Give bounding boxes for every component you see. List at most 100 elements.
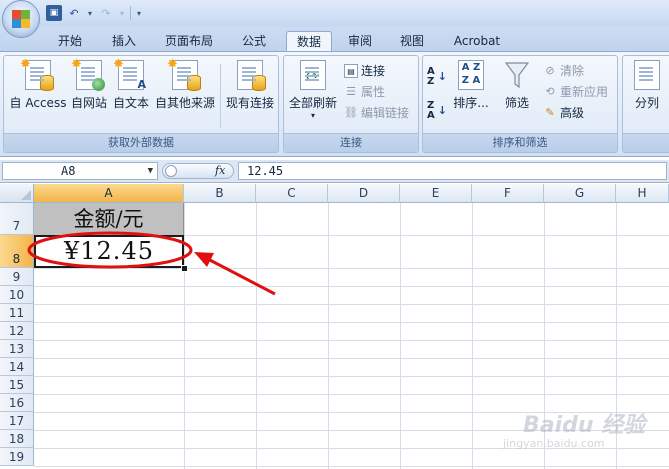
from-web-button[interactable]: ✸ 自网站 <box>68 57 110 111</box>
tab-review[interactable]: 审阅 <box>340 31 380 51</box>
fill-handle[interactable] <box>181 265 188 272</box>
row-header-8[interactable]: 8 <box>0 235 34 268</box>
text-to-columns-button[interactable]: 分列 <box>627 60 667 111</box>
refresh-icon: ⟳ <box>300 60 326 90</box>
text-to-columns-label: 分列 <box>634 96 659 110</box>
text-file-icon: ✸ A <box>113 57 146 91</box>
properties-button[interactable]: ☰ 属性 <box>344 83 385 101</box>
expand-icon[interactable] <box>165 165 177 177</box>
gridline <box>34 394 669 395</box>
filter-button[interactable]: 筛选 <box>499 60 535 111</box>
name-box-value: A8 <box>61 164 76 178</box>
row-header-17[interactable]: 17 <box>0 412 34 430</box>
sort-button[interactable]: A ZZ A 排序... <box>451 60 491 111</box>
row-header-9[interactable]: 9 <box>0 268 34 286</box>
refresh-all-button[interactable]: ⟳ 全部刷新 ▾ <box>286 60 340 120</box>
tab-data[interactable]: 数据 <box>286 31 332 51</box>
chevron-down-icon[interactable]: ▼ <box>148 163 153 179</box>
watermark-logo: Baidu 经验 <box>523 413 646 438</box>
row-header-16[interactable]: 16 <box>0 394 34 412</box>
group-data-tools: 分列 <box>622 55 669 153</box>
redo-icon[interactable]: ↷ <box>98 5 114 21</box>
select-all-button[interactable] <box>0 184 34 203</box>
cell-a7[interactable]: 金额/元 <box>34 203 184 235</box>
undo-dropdown-icon[interactable]: ▾ <box>86 5 94 21</box>
baidu-watermark: Baidu 经验 jingyan.baidu.com <box>499 407 647 455</box>
other-sources-icon: ✸ <box>167 57 201 91</box>
tab-insert[interactable]: 插入 <box>104 31 144 51</box>
row-header-13[interactable]: 13 <box>0 340 34 358</box>
qat-separator <box>130 6 131 20</box>
clear-button[interactable]: ⊘ 清除 <box>543 62 584 80</box>
formula-bar: A8 ▼ fx 12.45 <box>0 160 669 183</box>
advanced-button[interactable]: ✎ 高级 <box>543 104 584 122</box>
tab-page-layout[interactable]: 页面布局 <box>157 31 221 51</box>
access-icon: ✸ <box>20 57 54 91</box>
group-separator <box>220 64 221 128</box>
connections-icon: ▤ <box>344 64 358 78</box>
reapply-button[interactable]: ⟲ 重新应用 <box>543 83 608 101</box>
watermark-url: jingyan.baidu.com <box>503 437 605 450</box>
tab-acrobat[interactable]: Acrobat <box>444 31 510 51</box>
column-header-e[interactable]: E <box>400 184 472 203</box>
text-to-columns-icon <box>634 60 660 90</box>
sort-label: 排序... <box>453 96 489 110</box>
external-data-group-label: 获取外部数据 <box>4 133 278 152</box>
row-header-19[interactable]: 19 <box>0 448 34 466</box>
sort-ascending-button[interactable]: A Z ↓ <box>427 67 447 87</box>
from-access-label: 自 Access <box>9 96 67 110</box>
cell-a8-active[interactable]: ¥12.45 <box>34 235 184 268</box>
sort-descending-button[interactable]: Z A ↓ <box>427 100 447 121</box>
group-sort-filter: A Z ↓ Z A ↓ A ZZ A 排序... 筛选 ⊘ 清除 ⟲ 重新应用 ✎ 高级… <box>422 55 618 153</box>
gridline <box>34 466 669 467</box>
column-header-a[interactable]: A <box>34 184 184 203</box>
column-header-d[interactable]: D <box>328 184 400 203</box>
row-header-18[interactable]: 18 <box>0 430 34 448</box>
from-other-sources-button[interactable]: ✸ 自其他来源 <box>152 57 218 111</box>
insert-function-icon[interactable]: fx <box>215 164 225 178</box>
advanced-label: 高级 <box>560 106 585 120</box>
sort-descending-icon: ZA <box>427 100 435 121</box>
sort-dialog-icon: A ZZ A <box>458 60 484 90</box>
tab-formulas[interactable]: 公式 <box>234 31 274 51</box>
column-header-g[interactable]: G <box>544 184 616 203</box>
connections-button[interactable]: ▤ 连接 <box>344 62 385 80</box>
undo-icon[interactable]: ↶ <box>66 5 82 21</box>
gridline <box>34 304 669 305</box>
from-text-label: 自文本 <box>112 96 149 110</box>
column-header-h[interactable]: H <box>616 184 669 203</box>
column-header-c[interactable]: C <box>256 184 328 203</box>
row-header-10[interactable]: 10 <box>0 286 34 304</box>
office-button[interactable] <box>2 0 40 38</box>
save-icon[interactable]: ▣ <box>46 5 62 21</box>
edit-links-button[interactable]: ⛓ 编辑链接 <box>344 104 409 122</box>
name-box[interactable]: A8 ▼ <box>2 162 158 180</box>
refresh-dropdown-icon[interactable]: ▾ <box>286 111 340 120</box>
gridline <box>34 322 669 323</box>
row-header-15[interactable]: 15 <box>0 376 34 394</box>
column-header-f[interactable]: F <box>472 184 544 203</box>
row-header-14[interactable]: 14 <box>0 358 34 376</box>
arrow-line <box>205 256 276 296</box>
from-text-button[interactable]: ✸ A 自文本 <box>110 57 152 111</box>
title-bar: ▣ ↶ ▾ ↷ ▾ ▾ <box>0 0 669 38</box>
column-header-b[interactable]: B <box>184 184 256 203</box>
from-access-button[interactable]: ✸ 自 Access <box>7 57 69 111</box>
customize-qat-icon[interactable]: ▾ <box>135 5 143 21</box>
from-web-label: 自网站 <box>70 96 107 110</box>
redo-dropdown-icon[interactable]: ▾ <box>118 5 126 21</box>
tab-view[interactable]: 视图 <box>392 31 432 51</box>
link-icon: ⛓ <box>344 106 358 119</box>
office-logo-icon <box>12 10 30 28</box>
properties-icon: ☰ <box>346 85 356 98</box>
formula-input[interactable]: 12.45 <box>238 162 667 180</box>
clear-filter-icon: ⊘ <box>545 64 555 77</box>
tab-home[interactable]: 开始 <box>50 31 90 51</box>
arrow-head <box>194 252 214 267</box>
properties-label: 属性 <box>361 85 386 99</box>
existing-connections-button[interactable]: 现有连接 <box>224 60 276 111</box>
row-header-12[interactable]: 12 <box>0 322 34 340</box>
row-header-11[interactable]: 11 <box>0 304 34 322</box>
gridline <box>34 358 669 359</box>
row-header-7[interactable]: 7 <box>0 203 34 235</box>
